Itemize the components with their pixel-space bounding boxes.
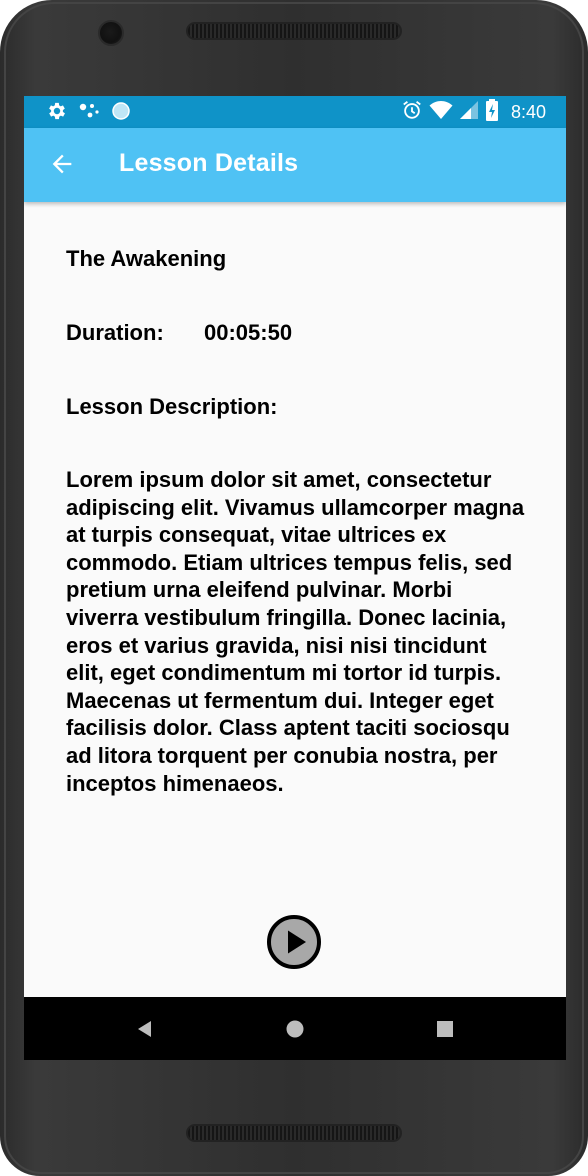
status-right-icons: 8:40 bbox=[401, 96, 546, 128]
front-camera bbox=[98, 20, 124, 46]
dots-icon bbox=[78, 100, 100, 127]
page-title: Lesson Details bbox=[119, 149, 299, 177]
navigation-bar bbox=[24, 997, 566, 1060]
recents-square-icon bbox=[437, 1020, 453, 1037]
signal-icon bbox=[459, 100, 479, 125]
nav-back-button[interactable] bbox=[105, 997, 185, 1060]
lesson-title: The Awakening bbox=[66, 246, 227, 271]
screen: 8:40 Lesson Details The Awakening Durati… bbox=[24, 96, 566, 1060]
settings-icon bbox=[46, 100, 68, 127]
status-time: 8:40 bbox=[510, 101, 546, 122]
circle-icon bbox=[110, 100, 132, 127]
nav-recents-button[interactable] bbox=[405, 997, 485, 1060]
nav-home-button[interactable] bbox=[255, 997, 335, 1060]
status-bar: 8:40 bbox=[24, 96, 566, 128]
duration-value: 00:05:50 bbox=[204, 320, 293, 345]
arrow-left-icon[interactable] bbox=[48, 150, 76, 178]
phone-frame: 8:40 Lesson Details The Awakening Durati… bbox=[0, 0, 588, 1176]
back-triangle-icon bbox=[138, 1020, 151, 1037]
top-speaker bbox=[186, 22, 402, 40]
bottom-speaker bbox=[186, 1124, 402, 1142]
duration-row: Duration: 00:05:50 bbox=[66, 320, 292, 346]
app-bar: Lesson Details bbox=[24, 128, 566, 202]
wifi-icon bbox=[429, 100, 453, 125]
duration-label: Duration: bbox=[66, 320, 164, 345]
play-button[interactable] bbox=[267, 915, 321, 969]
description-text: Lorem ipsum dolor sit amet, consectetur … bbox=[66, 467, 525, 796]
description-label: Lesson Description: bbox=[66, 394, 278, 419]
home-circle-icon bbox=[286, 1020, 304, 1037]
battery-icon bbox=[485, 98, 499, 126]
play-icon bbox=[288, 930, 306, 954]
alarm-icon bbox=[401, 99, 423, 126]
status-left-icons bbox=[46, 100, 132, 127]
